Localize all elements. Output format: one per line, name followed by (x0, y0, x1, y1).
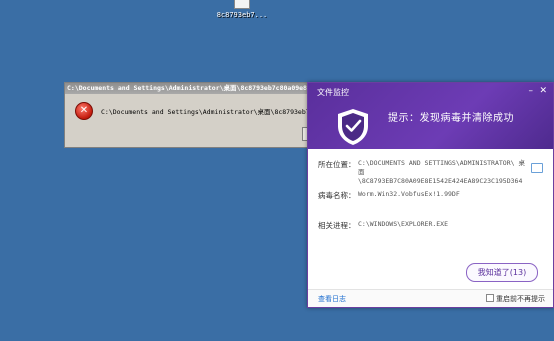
view-log-link[interactable]: 查看日志 (318, 294, 346, 304)
av-headline: 提示：发现病毒并清除成功 (388, 113, 514, 124)
checkbox-box[interactable] (486, 294, 494, 302)
no-remind-label: 重启前不再提示 (496, 295, 545, 303)
av-title: 文件监控 (317, 88, 349, 97)
error-icon: ✕ (75, 102, 93, 120)
error-dialog: C:\Documents and Settings\Administrator\… (64, 82, 326, 148)
av-popup: 文件监控 – ✕ 提示：发现病毒并清除成功 所在位置： C:\DOCUMENTS… (307, 82, 554, 308)
no-remind-checkbox[interactable]: 重启前不再提示 (486, 294, 545, 304)
minimize-icon[interactable]: – (529, 87, 534, 96)
virus-name-value: Worm.Win32.VobfusEx!1.99DF (358, 190, 460, 198)
acknowledge-button[interactable]: 我知道了(13) (466, 263, 538, 282)
close-icon[interactable]: ✕ (539, 86, 547, 96)
desktop-file-icon[interactable]: 8c8793eb7... (212, 0, 272, 19)
process-value: C:\WINDOWS\EXPLORER.EXE (358, 220, 449, 228)
error-message: C:\Documents and Settings\Administrator\… (101, 108, 325, 116)
file-icon (234, 0, 250, 9)
desktop-file-label: 8c8793eb7... (216, 11, 268, 19)
shield-check-icon (338, 109, 368, 145)
process-label: 相关进程： (318, 221, 356, 230)
av-header: 文件监控 – ✕ 提示：发现病毒并清除成功 (308, 83, 553, 149)
location-value: C:\DOCUMENTS AND SETTINGS\ADMINISTRATOR\… (358, 159, 525, 185)
location-label: 所在位置： (318, 160, 356, 169)
virus-name-label: 病毒名称： (318, 191, 356, 200)
av-footer: 查看日志 重启前不再提示 (308, 289, 553, 307)
folder-icon[interactable] (531, 163, 543, 173)
error-dialog-title: C:\Documents and Settings\Administrator\… (65, 83, 325, 94)
